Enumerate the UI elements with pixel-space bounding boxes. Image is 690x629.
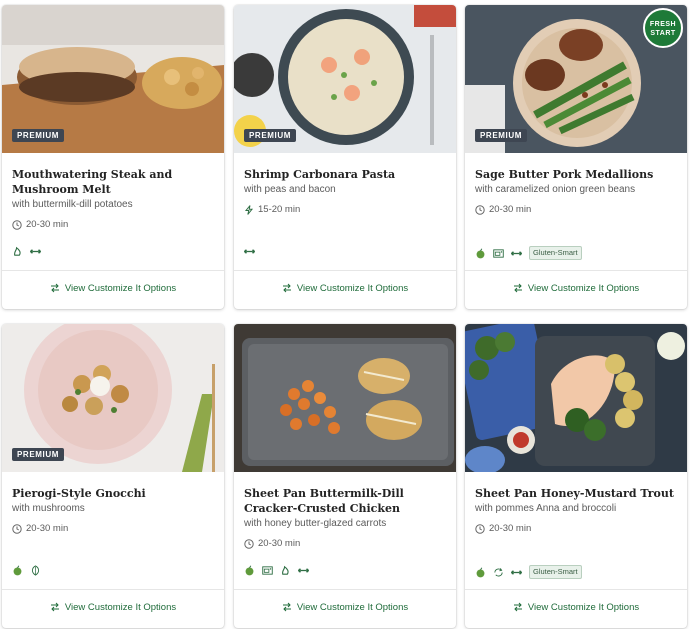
- fresh-start-seal: FRESH START: [643, 8, 683, 48]
- protein-icon: [298, 568, 309, 573]
- recipe-photo[interactable]: [465, 324, 687, 472]
- premium-badge: PREMIUM: [12, 448, 64, 461]
- lightning-icon: [244, 204, 254, 215]
- tag-row: [244, 565, 309, 576]
- customize-options-link[interactable]: View Customize It Options: [2, 590, 224, 624]
- swap-icon: [50, 602, 59, 612]
- customize-label: View Customize It Options: [64, 282, 177, 294]
- cook-time-label: 20-30 min: [258, 538, 301, 549]
- recipe-photo[interactable]: PREMIUM: [2, 5, 224, 153]
- recipe-info: Sage Butter Pork Medallions with caramel…: [475, 167, 679, 215]
- clock-icon: [475, 523, 485, 534]
- customize-label: View Customize It Options: [527, 601, 640, 613]
- recycle-icon: [494, 567, 503, 576]
- protein-icon: [30, 249, 41, 254]
- apple-icon: [476, 566, 485, 577]
- cook-time-label: 20-30 min: [489, 523, 532, 534]
- gluten-smart-pill: Gluten-Smart: [529, 246, 582, 260]
- recipe-photo[interactable]: PREMIUM: [234, 5, 456, 153]
- oven-icon: [262, 566, 273, 575]
- clock-icon: [244, 538, 254, 549]
- protein-icon: [244, 249, 255, 254]
- apple-icon: [245, 565, 254, 576]
- customize-options-link[interactable]: View Customize It Options: [234, 590, 456, 624]
- recipe-title[interactable]: Shrimp Carbonara Pasta: [244, 167, 448, 182]
- recipe-card[interactable]: PREMIUM Pierogi-Style Gnocchi with mushr…: [2, 324, 224, 628]
- cook-time: 20-30 min: [475, 204, 679, 215]
- cook-time-label: 20-30 min: [26, 523, 69, 534]
- recipe-subtitle: with buttermilk-dill potatoes: [12, 199, 133, 210]
- protein-icon: [511, 570, 522, 574]
- recipe-title[interactable]: Sheet Pan Honey-Mustard Trout: [475, 486, 679, 501]
- gluten-smart-pill: Gluten-Smart: [529, 565, 582, 579]
- recipe-photo[interactable]: FRESH START PREMIUM: [465, 5, 687, 153]
- swap-icon: [513, 283, 522, 293]
- clock-icon: [475, 204, 485, 215]
- apple-icon: [476, 247, 485, 258]
- swap-icon: [513, 602, 522, 612]
- tag-row: [12, 246, 41, 257]
- recipe-card[interactable]: Sheet Pan Buttermilk-Dill Cracker-Cruste…: [234, 324, 456, 628]
- tag-row: Gluten-Smart: [475, 565, 582, 579]
- recipe-subtitle: with mushrooms: [12, 503, 85, 514]
- recipe-title[interactable]: Pierogi-Style Gnocchi: [12, 486, 216, 501]
- cook-time: 20-30 min: [244, 538, 448, 549]
- swap-icon: [282, 283, 291, 293]
- recipe-card[interactable]: Sheet Pan Honey-Mustard Trout with pomme…: [465, 324, 687, 628]
- recipe-title[interactable]: Mouthwatering Steak and Mushroom Melt: [12, 167, 216, 197]
- recipe-info: Sheet Pan Honey-Mustard Trout with pomme…: [475, 486, 679, 534]
- premium-badge: PREMIUM: [475, 129, 527, 142]
- cook-time-label: 15-20 min: [258, 204, 301, 215]
- recipe-info: Mouthwatering Steak and Mushroom Melt wi…: [12, 167, 216, 230]
- recipe-title[interactable]: Sage Butter Pork Medallions: [475, 167, 679, 182]
- recipe-photo[interactable]: PREMIUM: [2, 324, 224, 472]
- tag-row: [12, 565, 41, 576]
- recipe-card[interactable]: PREMIUM Mouthwatering Steak and Mushroom…: [2, 5, 224, 309]
- premium-badge: PREMIUM: [244, 129, 296, 142]
- customize-options-link[interactable]: View Customize It Options: [234, 271, 456, 305]
- leaf-icon: [31, 565, 40, 576]
- cracker-chicken-image: [234, 324, 456, 472]
- recipe-title[interactable]: Sheet Pan Buttermilk-Dill Cracker-Cruste…: [244, 486, 448, 516]
- cook-time-label: 20-30 min: [489, 204, 532, 215]
- protein-icon: [511, 251, 522, 255]
- recipe-info: Pierogi-Style Gnocchi with mushrooms 20-…: [12, 486, 216, 534]
- customize-options-link[interactable]: View Customize It Options: [465, 271, 687, 305]
- tag-row: [244, 246, 255, 257]
- swap-icon: [282, 602, 291, 612]
- recipe-card[interactable]: PREMIUM Shrimp Carbonara Pasta with peas…: [234, 5, 456, 309]
- trout-image: [465, 324, 687, 472]
- customize-options-link[interactable]: View Customize It Options: [465, 590, 687, 624]
- cook-time: 20-30 min: [12, 523, 216, 534]
- swap-icon: [50, 283, 59, 293]
- recipe-subtitle: with caramelized onion green beans: [475, 184, 636, 195]
- customize-options-link[interactable]: View Customize It Options: [2, 271, 224, 305]
- recipe-info: Sheet Pan Buttermilk-Dill Cracker-Cruste…: [244, 486, 448, 549]
- oven-icon: [493, 248, 504, 258]
- tag-row: Gluten-Smart: [475, 246, 582, 260]
- recipe-photo[interactable]: [234, 324, 456, 472]
- cook-time-label: 20-30 min: [26, 219, 69, 230]
- cook-time: 15-20 min: [244, 204, 448, 215]
- recipe-subtitle: with pommes Anna and broccoli: [475, 503, 617, 514]
- cook-time: 20-30 min: [475, 523, 679, 534]
- recipe-info: Shrimp Carbonara Pasta with peas and bac…: [244, 167, 448, 215]
- clock-icon: [12, 523, 22, 534]
- customize-label: View Customize It Options: [527, 282, 640, 294]
- customize-label: View Customize It Options: [296, 282, 409, 294]
- premium-badge: PREMIUM: [12, 129, 64, 142]
- recipe-subtitle: with peas and bacon: [244, 184, 336, 195]
- apple-icon: [13, 565, 22, 576]
- customize-label: View Customize It Options: [64, 601, 177, 613]
- calorie-icon: [282, 565, 289, 575]
- recipe-card[interactable]: FRESH START PREMIUM Sage Butter Pork Meda…: [465, 5, 687, 309]
- recipe-subtitle: with honey butter-glazed carrots: [244, 518, 387, 529]
- calorie-icon: [14, 246, 21, 256]
- cook-time: 20-30 min: [12, 219, 216, 230]
- clock-icon: [12, 219, 22, 230]
- customize-label: View Customize It Options: [296, 601, 409, 613]
- recipe-grid: PREMIUM Mouthwatering Steak and Mushroom…: [0, 0, 690, 629]
